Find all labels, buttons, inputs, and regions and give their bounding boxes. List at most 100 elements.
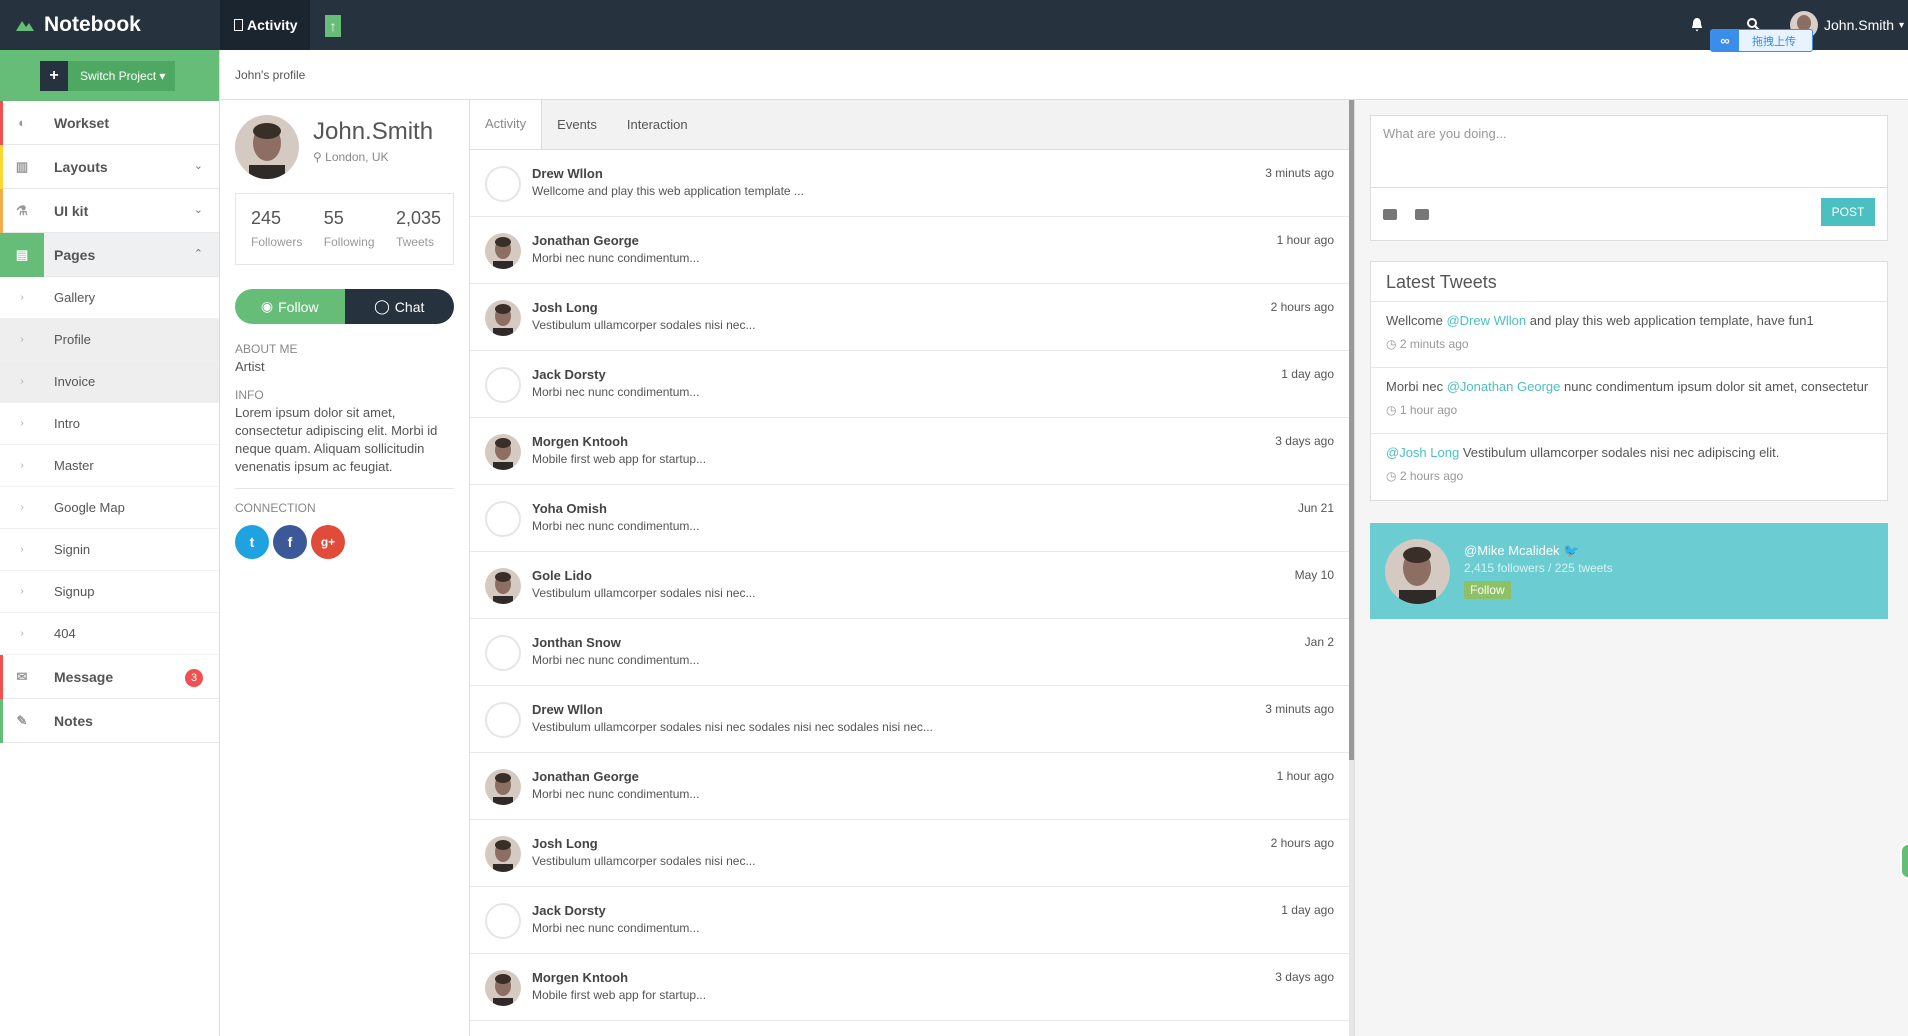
upload-icon[interactable]: ↑ <box>325 15 341 37</box>
switch-project-button[interactable]: + Switch Project ▾ <box>40 60 176 91</box>
camera-icon[interactable] <box>1383 208 1397 220</box>
plus-icon: + <box>40 60 68 91</box>
list-item[interactable]: Drew Wllon Wellcome and play this web app… <box>470 150 1349 217</box>
list-item[interactable]: Drew Wllon Vestibulum ullamcorper sodales… <box>470 686 1349 753</box>
feed-author[interactable]: Jack Dorsty <box>532 367 699 382</box>
post-button[interactable]: POST <box>1821 198 1875 226</box>
feed-author[interactable]: Drew Wllon <box>532 166 804 181</box>
profile-stats: 245 Followers 55 Following 2,035 Tweets <box>235 193 454 265</box>
sidebar-subitem-signin[interactable]: › Signin <box>0 529 219 571</box>
chevron-right-icon: › <box>20 292 24 303</box>
sidebar-item-notes[interactable]: ✎ Notes <box>0 699 219 743</box>
sidebar-item-workset[interactable]: ◐ Workset <box>0 101 219 145</box>
list-item[interactable]: Jonathan George Morbi nec nunc condimentu… <box>470 753 1349 820</box>
sidebar-subitem-gallery[interactable]: › Gallery <box>0 277 219 319</box>
floating-widget[interactable] <box>1900 843 1908 879</box>
user-name: John.Smith <box>1824 17 1895 33</box>
latest-tweets-title: Latest Tweets <box>1371 262 1887 302</box>
sidebar-item-layouts[interactable]: ▥ Layouts ⌄ <box>0 145 219 189</box>
list-item[interactable]: Jonthan Snow Morbi nec nunc condimentum..… <box>470 619 1349 686</box>
feed-author[interactable]: Jonathan George <box>532 769 699 784</box>
feed-author[interactable]: Jonthan Snow <box>532 635 699 650</box>
follow-button[interactable]: ◉ Follow <box>235 289 345 324</box>
mention-link[interactable]: @Josh Long <box>1386 445 1459 460</box>
sidebar-subitem-label: Master <box>54 458 94 473</box>
activity-tabs: Activity Events Interaction <box>470 100 1354 150</box>
list-item[interactable]: Morgen Kntooh Mobile first web app for st… <box>470 954 1349 1021</box>
feed-time: 3 days ago <box>1275 970 1334 984</box>
feed-time: 1 hour ago <box>1276 769 1334 783</box>
chat-button[interactable]: ◯ Chat <box>344 289 454 324</box>
list-item[interactable]: Morgen Kntooh Mobile first web app for st… <box>470 418 1349 485</box>
stat-followers[interactable]: 245 Followers <box>251 208 302 264</box>
list-item[interactable]: Josh Long Vestibulum ullamcorper sodales … <box>470 284 1349 351</box>
activity-tab[interactable]: Activity <box>220 0 310 50</box>
activity-panel: Activity Events Interaction Drew Wllon We… <box>470 100 1355 1036</box>
feed-author[interactable]: Gole Lido <box>532 568 755 583</box>
message-count-badge: 3 <box>185 669 203 687</box>
tab-events[interactable]: Events <box>542 100 612 149</box>
list-item[interactable]: Yoha Omish Morbi nec nunc condimentum... J… <box>470 485 1349 552</box>
sidebar-item-message[interactable]: ✉ Message 3 <box>0 655 219 699</box>
tweet-time: ◷ 2 hours ago <box>1386 469 1464 483</box>
mention-link[interactable]: @Jonathan George <box>1447 379 1561 394</box>
sidebar-subitem-master[interactable]: › Master <box>0 445 219 487</box>
avatar <box>235 115 299 179</box>
feed-time: May 10 <box>1294 568 1334 582</box>
accent-bar <box>0 699 3 743</box>
sidebar-subitem-invoice[interactable]: › Invoice <box>0 361 219 403</box>
tweet-item: Wellcome @Drew Wllon and play this web a… <box>1371 302 1887 368</box>
feed-time: 2 hours ago <box>1270 300 1334 314</box>
map-marker-icon: ⚲ <box>313 150 322 164</box>
sidebar-subitem-signup[interactable]: › Signup <box>0 571 219 613</box>
file-icon: ▤ <box>0 232 44 277</box>
list-item[interactable]: Gole Lido Vestibulum ullamcorper sodales … <box>470 552 1349 619</box>
feed-author[interactable]: Jonathan George <box>532 233 699 248</box>
video-camera-icon[interactable] <box>1415 208 1429 220</box>
twitter-icon[interactable]: t <box>235 525 269 559</box>
avatar <box>485 166 521 202</box>
sidebar-subitem-404[interactable]: › 404 <box>0 613 219 655</box>
chevron-right-icon: › <box>20 460 24 471</box>
sidebar-subitem-profile[interactable]: › Profile <box>0 319 219 361</box>
tweet-time: ◷ 2 minuts ago <box>1386 337 1469 351</box>
profile-location: ⚲ London, UK <box>313 150 389 164</box>
mention-link[interactable]: @Drew Wllon <box>1446 313 1526 328</box>
stat-following[interactable]: 55 Following <box>324 208 375 264</box>
feed-author[interactable]: Josh Long <box>532 836 755 851</box>
card-handle[interactable]: @Mike Mcalidek 🐦 <box>1464 543 1613 559</box>
list-item[interactable]: Jonathan George Morbi nec nunc condimentu… <box>470 217 1349 284</box>
google-plus-icon[interactable]: g+ <box>311 525 345 559</box>
avatar <box>485 568 521 604</box>
avatar <box>485 836 521 872</box>
list-item[interactable]: Josh Long Vestibulum ullamcorper sodales … <box>470 820 1349 887</box>
list-item[interactable]: Jack Dorsty Morbi nec nunc condimentum...… <box>470 351 1349 418</box>
feed-time: 3 minuts ago <box>1265 702 1334 716</box>
brand[interactable]: Notebook <box>0 0 220 50</box>
tab-interaction[interactable]: Interaction <box>612 100 703 149</box>
sidebar-item-label: Workset <box>54 114 109 131</box>
feed-author[interactable]: Jack Dorsty <box>532 903 699 918</box>
sidebar-subitem-intro[interactable]: › Intro <box>0 403 219 445</box>
post-input[interactable]: What are you doing... <box>1371 116 1887 188</box>
envelope-icon: ✉ <box>16 668 28 684</box>
facebook-icon[interactable]: f <box>273 525 307 559</box>
tab-activity[interactable]: Activity <box>470 100 543 149</box>
feed-author[interactable]: Josh Long <box>532 300 755 315</box>
drag-upload-widget[interactable]: ∞ 拖拽上传 <box>1710 29 1813 52</box>
accent-bar <box>0 101 3 145</box>
bell-icon[interactable] <box>1690 17 1704 32</box>
feed-author[interactable]: Yoha Omish <box>532 501 699 516</box>
card-follow-button[interactable]: Follow <box>1464 581 1511 599</box>
feed-author[interactable]: Morgen Kntooh <box>532 434 706 449</box>
sidebar-subitem-google-map[interactable]: › Google Map <box>0 487 219 529</box>
stat-tweets[interactable]: 2,035 Tweets <box>396 208 441 264</box>
feed-author[interactable]: Morgen Kntooh <box>532 970 706 985</box>
feed-author[interactable]: Drew Wllon <box>532 702 933 717</box>
breadcrumb: John's profile <box>220 50 1908 100</box>
sidebar-item-ui-kit[interactable]: ⚗ UI kit ⌄ <box>0 189 219 233</box>
tweet-item: Morbi nec @Jonathan George nunc condimen… <box>1371 368 1887 434</box>
list-item[interactable]: Jack Dorsty Morbi nec nunc condimentum...… <box>470 887 1349 954</box>
sidebar-item-pages[interactable]: ▤ Pages ⌃ <box>0 232 219 277</box>
avatar <box>485 233 521 269</box>
